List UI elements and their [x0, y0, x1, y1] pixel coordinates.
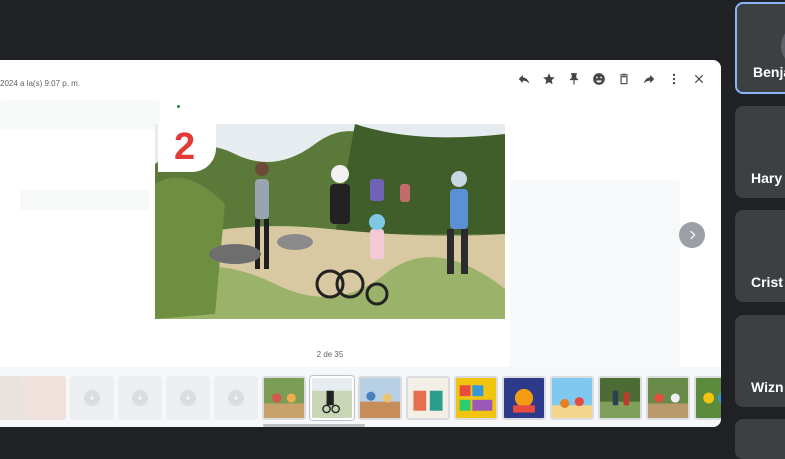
download-icon	[89, 394, 95, 400]
thumbnail[interactable]	[694, 376, 721, 420]
thumbnail[interactable]	[550, 376, 594, 420]
reply-icon	[518, 74, 529, 84]
participant-name: Hary	[751, 170, 783, 186]
participant-tile[interactable]: Hary	[735, 106, 785, 198]
delete-button[interactable]	[613, 68, 634, 89]
reply-button[interactable]	[513, 68, 534, 89]
status-dot	[177, 105, 180, 108]
thumbnail-loading[interactable]	[70, 376, 114, 420]
download-icon	[137, 394, 143, 400]
thumbnail[interactable]	[598, 376, 642, 420]
thumbnail[interactable]	[646, 376, 690, 420]
thumbnail-current[interactable]	[310, 376, 354, 420]
pin-button[interactable]	[563, 68, 584, 89]
thumbnail-strip	[0, 367, 721, 427]
thumbnail[interactable]	[0, 376, 24, 420]
image-viewer: 2024 a la(s) 9:07 p. m. 2 2 de 35	[0, 60, 721, 427]
chevron-right-icon	[690, 230, 696, 240]
thumbnail-loading[interactable]	[166, 376, 210, 420]
star-icon	[542, 72, 555, 84]
slide-number: 2	[158, 122, 216, 172]
download-icon	[185, 394, 191, 400]
forward-icon	[643, 74, 654, 84]
background-ghost	[0, 100, 160, 130]
timestamp: 2024 a la(s) 9:07 p. m.	[0, 79, 81, 88]
thumbnail[interactable]	[262, 376, 306, 420]
emoji-button[interactable]	[588, 68, 609, 89]
emoji-icon	[592, 72, 605, 85]
participant-tile[interactable]	[735, 419, 785, 459]
viewer-toolbar	[513, 68, 709, 89]
forward-button[interactable]	[638, 68, 659, 89]
thumbnail[interactable]	[406, 376, 450, 420]
avatar	[781, 24, 785, 68]
image-counter: 2 de 35	[316, 350, 344, 359]
star-button[interactable]	[538, 68, 559, 89]
strip-scrollbar[interactable]	[263, 424, 365, 427]
background-ghost	[20, 190, 150, 210]
participant-name: Wizn	[751, 379, 784, 395]
download-icon	[233, 394, 239, 400]
thumbnail[interactable]	[454, 376, 498, 420]
participant-tile[interactable]: Wizn	[735, 315, 785, 407]
thumbnail[interactable]	[502, 376, 546, 420]
thumbnail-loading[interactable]	[214, 376, 258, 420]
trash-icon	[619, 73, 628, 84]
participant-tile[interactable]: Benja	[735, 2, 785, 94]
more-options-button[interactable]	[663, 68, 684, 89]
close-button[interactable]	[688, 68, 709, 89]
participant-name: Benja	[753, 64, 785, 80]
thumbnail[interactable]	[22, 376, 66, 420]
pin-icon	[569, 72, 578, 85]
thumbnail[interactable]	[358, 376, 402, 420]
thumbnail-loading[interactable]	[118, 376, 162, 420]
more-vert-icon	[672, 73, 675, 84]
next-image-button[interactable]	[679, 222, 705, 248]
participant-tile[interactable]: Crist	[735, 210, 785, 302]
participant-name: Crist	[751, 274, 783, 290]
close-icon	[694, 74, 703, 83]
